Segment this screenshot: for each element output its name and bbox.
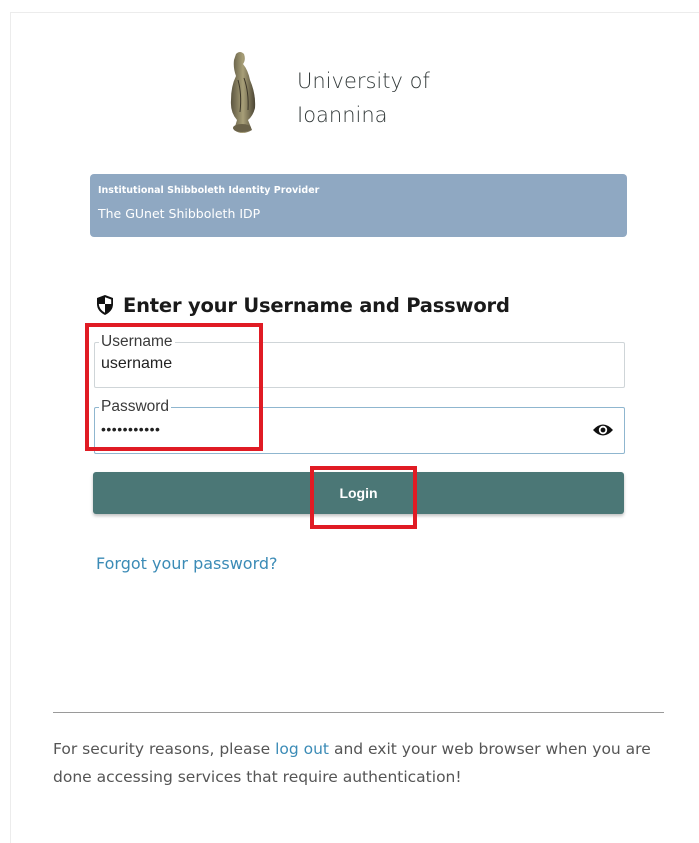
username-input[interactable] (101, 355, 581, 373)
password-label: Password (99, 398, 172, 416)
university-name: University of Ioannina (297, 64, 430, 132)
shield-icon (97, 295, 113, 315)
password-field[interactable]: Password ••••••••••• (94, 398, 625, 454)
university-name-line1: University of (297, 69, 430, 93)
security-notice-text-start: For security reasons, please (53, 740, 276, 758)
username-label: Username (99, 333, 175, 351)
forgot-password-link[interactable]: Forgot your password? (96, 554, 278, 573)
password-input[interactable]: ••••••••••• (101, 421, 160, 437)
username-field[interactable]: Username (94, 333, 625, 388)
owl-statue-icon (230, 52, 256, 133)
university-name-line2: Ioannina (297, 103, 388, 127)
banner-subtitle: The GUnet Shibboleth IDP (98, 206, 261, 221)
divider (53, 712, 664, 713)
logout-link[interactable]: log out (275, 740, 329, 758)
login-page: University of Ioannina Institutional Shi… (0, 0, 699, 843)
form-heading-text: Enter your Username and Password (123, 293, 510, 317)
idp-banner: Institutional Shibboleth Identity Provid… (90, 174, 627, 237)
security-notice: For security reasons, please log out and… (53, 735, 653, 791)
eye-icon[interactable] (592, 422, 614, 438)
login-button[interactable]: Login (93, 472, 624, 514)
form-heading: Enter your Username and Password (95, 290, 510, 320)
banner-title: Institutional Shibboleth Identity Provid… (98, 185, 320, 196)
